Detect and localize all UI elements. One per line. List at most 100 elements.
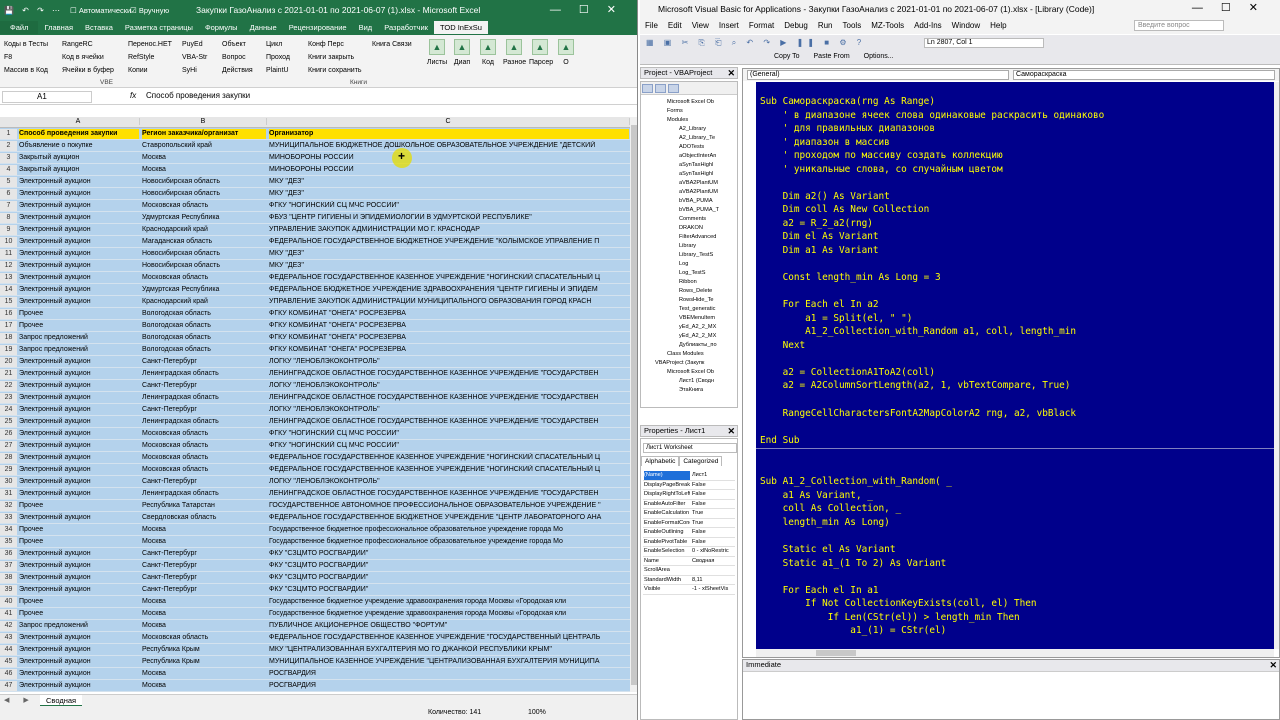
table-cell[interactable]: ЛОГКУ "ЛЕНОБЛЭКОКОНТРОЛЬ" xyxy=(269,477,629,487)
code-line[interactable] xyxy=(756,571,1274,585)
table-cell[interactable]: Электронный аукцион xyxy=(19,393,139,403)
table-cell[interactable]: МКУ "ДЕЗ" xyxy=(269,249,629,259)
table-cell[interactable]: Республика Крым xyxy=(142,645,266,655)
table-cell[interactable]: Москва xyxy=(142,153,266,163)
code-line[interactable]: ' в диапазоне ячеек слова одинаковые рас… xyxy=(756,110,1274,124)
table-cell[interactable]: Республика Татарстан xyxy=(142,501,266,511)
code-line[interactable]: Dim coll As New Collection xyxy=(756,204,1274,218)
ribbon-btn-array-to-code[interactable]: Массив в Код xyxy=(4,64,48,77)
table-cell[interactable]: Электронный аукцион xyxy=(19,177,139,187)
table-cell[interactable]: Запрос предложений xyxy=(19,345,139,355)
header-cell-region[interactable]: Регион заказчика/организат xyxy=(142,129,266,139)
tree-item[interactable]: Log_TestS xyxy=(641,269,737,278)
ribbon-btn-conf-pers[interactable]: Конф Перс xyxy=(308,38,362,51)
code-line[interactable]: a1 = Split(el, " ") xyxy=(756,313,1274,327)
table-cell[interactable]: Санкт-Петербург xyxy=(142,573,266,583)
row-number[interactable]: 39 xyxy=(0,585,17,595)
table-cell[interactable]: Москва xyxy=(142,165,266,175)
tab-page-layout[interactable]: Разметка страницы xyxy=(119,21,199,34)
tree-item[interactable]: Comments xyxy=(641,215,737,224)
header-cell-organizer[interactable]: Организатор xyxy=(269,129,629,139)
row-number[interactable]: 21 xyxy=(0,369,17,379)
table-cell[interactable]: Санкт-Петербург xyxy=(142,477,266,487)
table-cell[interactable]: Новосибирская область xyxy=(142,261,266,271)
tab-review[interactable]: Рецензирование xyxy=(283,21,353,34)
code-line[interactable]: If Len(CStr(el)) > length_min Then xyxy=(756,612,1274,626)
code-line[interactable]: ' проходом по массиву создать коллекцию xyxy=(756,150,1274,164)
menu-run[interactable]: Run xyxy=(813,18,838,33)
row-number[interactable]: 5 xyxy=(0,177,17,187)
tree-item[interactable]: A2_Library_Te xyxy=(641,134,737,143)
table-cell[interactable]: Электронный аукцион xyxy=(19,285,139,295)
property-row[interactable]: EnableOutlining False xyxy=(643,528,735,538)
tree-item[interactable]: Forms xyxy=(641,107,737,116)
code-line[interactable]: Sub A1_2_Collection_with_Random( _ xyxy=(756,476,1274,490)
ribbon-btn-save-books[interactable]: Книги сохранить xyxy=(308,64,362,77)
property-row[interactable]: StandardWidth 8,11 xyxy=(643,576,735,585)
row-number[interactable]: 1 xyxy=(0,129,17,139)
table-cell[interactable]: Московская область xyxy=(142,201,266,211)
menu-format[interactable]: Format xyxy=(744,18,779,33)
table-cell[interactable]: ФКУ "СЗЦМТО РОСГВАРДИИ" xyxy=(269,573,629,583)
table-cell[interactable]: Санкт-Петербург xyxy=(142,357,266,367)
row-number[interactable]: 2 xyxy=(0,141,17,151)
table-cell[interactable]: ФКУ "СЗЦМТО РОСГВАРДИИ" xyxy=(269,585,629,595)
table-cell[interactable]: Электронный аукцион xyxy=(19,201,139,211)
code-line[interactable]: Dim el As Variant xyxy=(756,231,1274,245)
table-cell[interactable]: ФГКУ КОМБИНАТ "ОНЕГА" РОСРЕЗЕРВА xyxy=(269,345,629,355)
menu-help[interactable]: Help xyxy=(985,18,1011,33)
tree-item[interactable]: Class Modules xyxy=(641,350,737,359)
table-cell[interactable]: Электронный аукцион xyxy=(19,669,139,679)
table-cell[interactable]: МКУ "ДЕЗ" xyxy=(269,261,629,271)
table-cell[interactable]: Электронный аукцион xyxy=(19,261,139,271)
table-cell[interactable]: Московская область xyxy=(142,429,266,439)
ribbon-btn-loop[interactable]: Цикл xyxy=(266,38,290,51)
scroll-thumb[interactable] xyxy=(816,650,856,656)
table-cell[interactable]: Магаданская область xyxy=(142,237,266,247)
property-value[interactable]: Сводная xyxy=(692,557,735,566)
code-line[interactable]: a2 = R_2_a2(rng) xyxy=(756,218,1274,232)
toggle-folders-icon[interactable] xyxy=(668,84,679,93)
table-cell[interactable]: Государственное бюджетное учреждение здр… xyxy=(269,609,629,619)
table-cell[interactable]: Санкт-Петербург xyxy=(142,561,266,571)
fx-icon[interactable]: fx xyxy=(130,91,136,100)
ribbon-btn-puyed[interactable]: PuyEd xyxy=(182,38,207,51)
table-cell[interactable]: Краснодарский край xyxy=(142,225,266,235)
row-number[interactable]: 13 xyxy=(0,273,17,283)
table-cell[interactable]: Вологодская область xyxy=(142,321,266,331)
object-selector[interactable]: Лист1 Worksheet xyxy=(643,443,737,453)
code-line[interactable]: a2 = CollectionA1ToA2(coll) xyxy=(756,367,1274,381)
row-number[interactable]: 41 xyxy=(0,609,17,619)
table-cell[interactable]: ФКУ "СЗЦМТО РОСГВАРДИИ" xyxy=(269,549,629,559)
table-cell[interactable]: ЛЕНИНГРАДСКОЕ ОБЛАСТНОЕ ГОСУДАРСТВЕННОЕ … xyxy=(269,417,629,427)
formula-input[interactable]: Способ проведения закупки xyxy=(146,91,250,100)
code-line[interactable]: a1 As Variant, _ xyxy=(756,490,1274,504)
row-number[interactable]: 47 xyxy=(0,681,17,691)
code-line[interactable]: End Sub xyxy=(756,435,1274,449)
ribbon-btn-plantu[interactable]: PlaintU xyxy=(266,64,290,77)
menu-file[interactable]: File xyxy=(640,18,663,33)
table-cell[interactable]: УПРАВЛЕНИЕ ЗАКУПОК АДМИНИСТРАЦИИ МО Г. К… xyxy=(269,225,629,235)
row-number[interactable]: 19 xyxy=(0,345,17,355)
quick-access-toolbar[interactable]: 💾 ↶ ↷ ⋯ xyxy=(4,6,63,15)
property-row[interactable]: DisplayPageBreaks False xyxy=(643,481,735,490)
table-cell[interactable]: Электронный аукцион xyxy=(19,513,139,523)
table-cell[interactable]: ЛОГКУ "ЛЕНОБЛЭКОКОНТРОЛЬ" xyxy=(269,405,629,415)
table-cell[interactable]: ФБУЗ "ЦЕНТР ГИГИЕНЫ И ЭПИДЕМИОЛОГИИ В УД… xyxy=(269,213,629,223)
row-number[interactable]: 9 xyxy=(0,225,17,235)
ribbon-btn-rangerc[interactable]: RangeRC xyxy=(62,38,114,51)
property-value[interactable]: True xyxy=(692,519,735,528)
table-cell[interactable]: Электронный аукцион xyxy=(19,249,139,259)
row-number[interactable]: 15 xyxy=(0,297,17,307)
table-cell[interactable]: Удмуртская Республика xyxy=(142,213,266,223)
menu-add-ins[interactable]: Add-Ins xyxy=(909,18,947,33)
menu-insert[interactable]: Insert xyxy=(714,18,744,33)
table-cell[interactable]: Электронный аукцион xyxy=(19,429,139,439)
row-number[interactable]: 16 xyxy=(0,309,17,319)
table-cell[interactable]: Удмуртская Республика xyxy=(142,285,266,295)
zoom-level[interactable]: 100% xyxy=(528,709,546,716)
table-cell[interactable]: МКУ "ДЕЗ" xyxy=(269,177,629,187)
menu-edit[interactable]: Edit xyxy=(663,18,687,33)
table-cell[interactable]: Закрытый аукцион xyxy=(19,153,139,163)
table-cell[interactable]: МУНИЦИПАЛЬНОЕ КАЗЕННОЕ УЧРЕЖДЕНИЕ "ЦЕНТР… xyxy=(269,657,629,667)
